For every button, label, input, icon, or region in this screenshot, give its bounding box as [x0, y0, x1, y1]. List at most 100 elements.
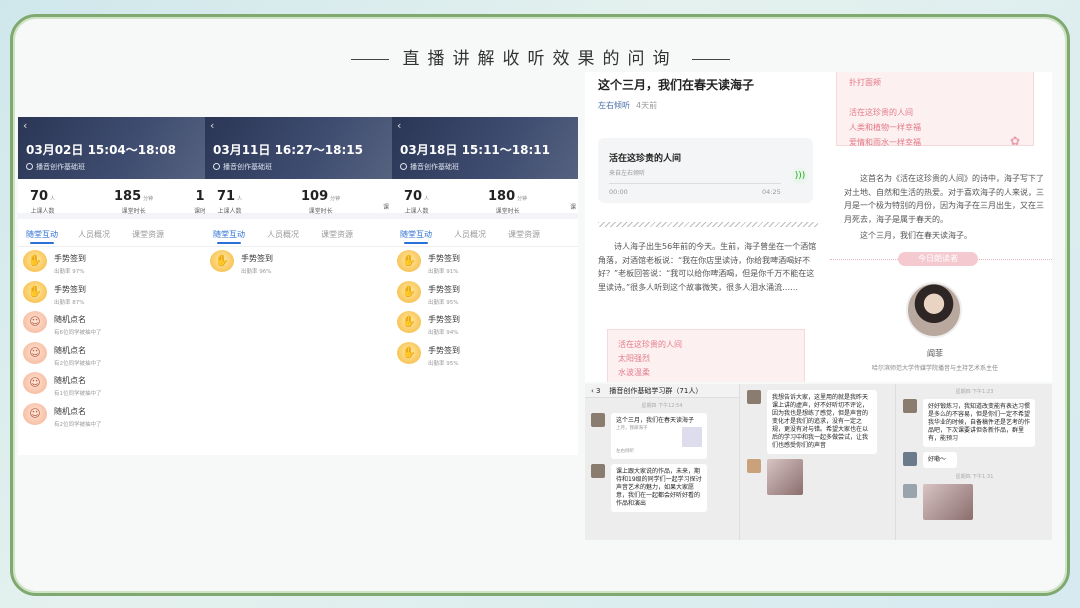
article-body: 诗人海子出生56年前的今天。生前，海子曾坐在一个酒馆角落，对酒馆老板说：“我在你… [598, 242, 817, 292]
article-author[interactable]: 左右倾听 [598, 101, 630, 110]
stat-duration: 185 分钟 课堂时长 [114, 189, 154, 215]
reader-title: 哈尔滨师范大学传媒学院播音与主持艺术系主任 [871, 365, 998, 372]
random-rollcall-icon: ☺ [23, 372, 47, 394]
list-item[interactable]: ☺ 随机点名 有2位同学被抽中了 [18, 400, 205, 431]
list-item[interactable]: ✋ 手势签到 出勤率 91% [392, 247, 578, 278]
session-header: ‹ 03月02日 15:04～18:08 播音创作基础班 [18, 117, 205, 179]
class-name: 播音创作基础班 [26, 162, 85, 172]
title-dash-right [691, 59, 730, 60]
chat-header: ‹ 3 播音创作基础学习群（71人） [585, 384, 739, 398]
tab-interaction[interactable]: 随堂互动 [213, 229, 245, 244]
list-item[interactable]: ✋ 手势签到 出勤率 95% [392, 339, 578, 370]
session-time: 03月11日 16:27～18:15 [213, 143, 363, 157]
session-screenshots: ‹ 03月02日 15:04～18:08 播音创作基础班 70 人 上课人数 18… [18, 117, 578, 455]
person-icon [26, 163, 33, 170]
chat-time: 星期四 下午1:23 [955, 389, 994, 395]
message-bubble: 我想告诉大家，这里用的就是我昨天课上讲的虚声，好不好听切不评论，因为我也是想练了… [767, 390, 877, 454]
sign-in-hand-icon: ✋ [397, 250, 421, 272]
reader-name: 阎菲 [927, 349, 943, 358]
image-message[interactable] [923, 484, 973, 520]
random-rollcall-icon: ☺ [23, 341, 47, 364]
class-name: 播音创作基础班 [400, 162, 459, 172]
session-panel-3: ‹ 03月18日 15:11～18:11 播音创作基础班 70 人 上课人数 18… [392, 117, 578, 455]
chat-message: 课上跟大家说的作品，未来，期待和19级的同学们一起学习探讨声音艺术的魅力，如果大… [585, 464, 739, 512]
sign-in-hand-icon: ✋ [397, 280, 421, 303]
message-bubble: 好好锻炼习，我知道改变能有表达习惯是多么的不容易，但是你们一定不希望我华业的时候… [923, 399, 1035, 447]
slide-title-text: 直播讲解收听效果的问询 [402, 49, 678, 69]
list-item[interactable]: ☺ 随机点名 有1位同学被抽中了 [18, 369, 205, 400]
class-name: 播音创作基础班 [213, 162, 272, 172]
chat-time: 星期四 下午1:31 [955, 474, 994, 480]
avatar [903, 399, 917, 413]
tab-resources[interactable]: 课堂资源 [508, 229, 540, 240]
tab-interaction[interactable]: 随堂互动 [400, 229, 432, 244]
back-icon[interactable]: ‹ [210, 119, 214, 132]
tab-people[interactable]: 人员概况 [267, 229, 299, 240]
article-screenshot: 这个三月，我们在春天读海子 左右倾听 4天前 活在这珍贵的人间 来自左右倾听 00… [585, 72, 830, 382]
session-time: 03月02日 15:04～18:08 [26, 143, 176, 157]
avatar [591, 464, 605, 478]
list-item[interactable]: ☺ 随机点名 有6位同学被抽中了 [18, 308, 205, 339]
reader-banner: 今日朗读者 [830, 252, 1052, 266]
chat-time: 星期四 下午12:54 [641, 403, 683, 409]
sign-in-hand-icon: ✋ [23, 250, 47, 272]
sign-in-hand-icon: ✋ [397, 341, 421, 364]
chat-panel-3: 星期四 下午1:23 好好锻炼习，我知道改变能有表达习惯是多么的不容易，但是你们… [897, 384, 1052, 540]
stat-lessons: 1 课时 [194, 189, 205, 215]
audio-source: 来自左右倾听 [609, 170, 646, 177]
poem-card-2: 扑打面颊 活在这珍贵的人间 人类和植物一样幸福 爱情和雨水一样幸福 [836, 72, 1034, 147]
slide-title: 直播讲解收听效果的问询 [0, 44, 1080, 69]
tab-resources[interactable]: 课堂资源 [132, 229, 164, 240]
tab-interaction[interactable]: 随堂互动 [26, 229, 58, 244]
stat-attendees: 70 人 上课人数 [404, 189, 430, 215]
audio-progress-bar[interactable] [609, 183, 781, 184]
back-icon[interactable]: ‹ [23, 119, 27, 132]
article-time: 4天前 [636, 101, 658, 110]
image-message[interactable] [767, 459, 803, 495]
audio-elapsed: 00:00 [609, 188, 628, 196]
session-panel-2: ‹ 03月11日 16:27～18:15 播音创作基础班 71 人 上课人数 10… [205, 117, 392, 455]
sign-in-hand-icon: ✋ [23, 280, 47, 303]
tab-people[interactable]: 人员概况 [454, 229, 486, 240]
message-bubble: 好嘞～ [923, 452, 957, 468]
sign-in-hand-icon: ✋ [210, 250, 234, 272]
poem-card: 活在这珍贵的人间 太阳强烈 水波温柔 [607, 329, 805, 382]
chat-message: 这个三月，我们在春天读海子 上月，我邮海子 左右倾听 [585, 413, 739, 459]
article-meta: 左右倾听 4天前 [598, 100, 657, 111]
audio-duration: 04:25 [762, 188, 781, 196]
avatar [591, 413, 605, 427]
audio-wave-icon[interactable]: ))) [792, 168, 808, 184]
session-tabs: 随堂互动 人员概况 课堂资源 [392, 219, 578, 247]
list-item[interactable]: ☺ 随机点名 有2位同学被抽中了 [18, 339, 205, 370]
message-bubble: 课上跟大家说的作品，未来，期待和19级的同学们一起学习探讨声音艺术的魅力，如果大… [611, 464, 707, 512]
audio-player[interactable]: 活在这珍贵的人间 来自左右倾听 00:00 04:25 ))) [598, 138, 813, 203]
tab-people[interactable]: 人员概况 [78, 229, 110, 240]
shared-article-card[interactable]: 这个三月，我们在春天读海子 上月，我邮海子 左右倾听 [611, 413, 707, 459]
random-rollcall-icon: ☺ [23, 402, 47, 425]
session-time: 03月18日 15:11～18:11 [400, 143, 550, 157]
list-item[interactable]: ✋ 手势签到 出勤率 97% [18, 247, 205, 278]
chat-message: 我想告诉大家，这里用的就是我昨天课上讲的虚声，好不好听切不评论，因为我也是想练了… [741, 390, 895, 454]
chat-message: 好好锻炼习，我知道改变能有表达习惯是多么的不容易，但是你们一定不希望我华业的时候… [897, 399, 1052, 447]
tab-resources[interactable]: 课堂资源 [321, 229, 353, 240]
session-tabs: 随堂互动 人员概况 课堂资源 [18, 219, 205, 247]
list-item[interactable]: ✋ 手势签到 出勤率 95% [392, 278, 578, 309]
list-item[interactable]: ✋ 手势签到 出勤率 96% [205, 247, 392, 278]
stat-lessons: 课 [383, 204, 390, 211]
sign-in-hand-icon: ✋ [397, 311, 421, 333]
avatar [747, 459, 761, 473]
session-stats: 71 人 上课人数 109 分钟 课堂时长 课 [205, 179, 392, 219]
person-icon [213, 163, 220, 170]
avatar [903, 452, 917, 466]
reader-banner-label: 今日朗读者 [898, 252, 978, 266]
audio-title: 活在这珍贵的人间 [609, 154, 682, 164]
session-stats: 70 人 上课人数 185 分钟 课堂时长 1 课时 [18, 179, 205, 219]
list-item[interactable]: ✋ 手势签到 出勤率 94% [392, 308, 578, 339]
wavy-divider [598, 222, 818, 227]
article-body-3: 这个三月，我们在春天读海子。 [860, 231, 972, 240]
list-item[interactable]: ✋ 手势签到 出勤率 87% [18, 278, 205, 309]
avatar [906, 282, 962, 338]
group-title: 播音创作基础学习群（71人） [609, 387, 703, 395]
random-rollcall-icon: ☺ [23, 311, 47, 333]
back-icon[interactable]: ‹ [397, 119, 401, 132]
